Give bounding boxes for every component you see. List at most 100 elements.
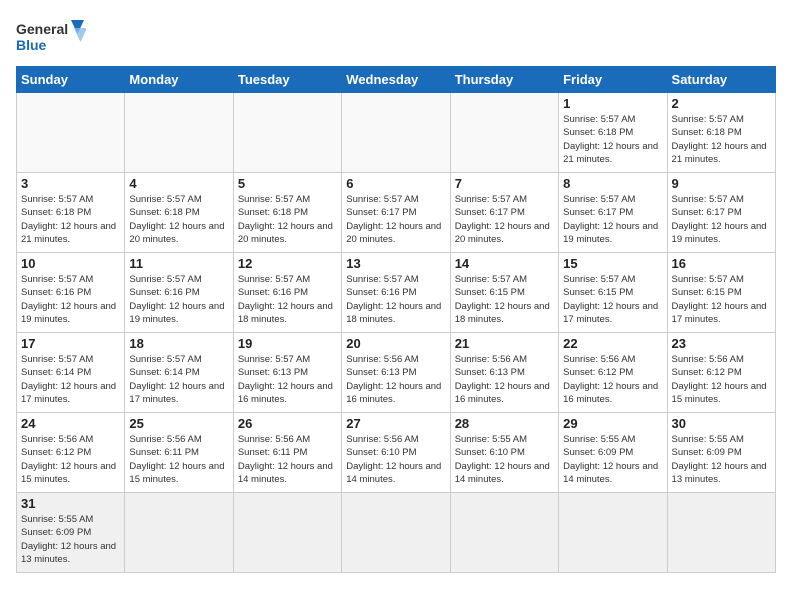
- day-info: Sunrise: 5:57 AM Sunset: 6:13 PM Dayligh…: [238, 353, 337, 406]
- calendar-cell: 8Sunrise: 5:57 AM Sunset: 6:17 PM Daylig…: [559, 173, 667, 253]
- day-number: 22: [563, 336, 662, 351]
- calendar-cell: 30Sunrise: 5:55 AM Sunset: 6:09 PM Dayli…: [667, 413, 775, 493]
- day-info: Sunrise: 5:57 AM Sunset: 6:15 PM Dayligh…: [455, 273, 554, 326]
- calendar-week-row: 10 Sunrise: 5:57 AM Sunset: 6:16 PM Dayli…: [17, 253, 776, 333]
- day-info: Sunrise: 5:56 AM Sunset: 6:10 PM Dayligh…: [346, 433, 445, 486]
- day-info: Sunrise: 5:56 AM Sunset: 6:12 PM Dayligh…: [672, 353, 771, 406]
- day-info: Sunrise: 5:57 AM Sunset: 6:15 PM Dayligh…: [672, 273, 771, 326]
- day-info: Sunrise: 5:57 AM Sunset: 6:16 PM Dayligh…: [346, 273, 445, 326]
- day-number: 14: [455, 256, 554, 271]
- day-number: 19: [238, 336, 337, 351]
- calendar-cell: 31 Sunrise: 5:55 AM Sunset: 6:09 PM Dayli…: [17, 493, 125, 573]
- day-number: 9: [672, 176, 771, 191]
- day-number: 17: [21, 336, 120, 351]
- logo: General Blue: [16, 16, 86, 58]
- day-number: 27: [346, 416, 445, 431]
- calendar-cell: [125, 93, 233, 173]
- calendar-cell: [450, 93, 558, 173]
- day-number: 24: [21, 416, 120, 431]
- calendar-cell: 24 Sunrise: 5:56 AM Sunset: 6:12 PM Dayli…: [17, 413, 125, 493]
- day-info: Sunrise: 5:55 AM Sunset: 6:10 PM Dayligh…: [455, 433, 554, 486]
- day-info: Sunrise: 5:55 AM Sunset: 6:09 PM Dayligh…: [672, 433, 771, 486]
- calendar-table: SundayMondayTuesdayWednesdayThursdayFrid…: [16, 66, 776, 573]
- calendar-cell: 27 Sunrise: 5:56 AM Sunset: 6:10 PM Dayli…: [342, 413, 450, 493]
- svg-text:General: General: [16, 21, 68, 37]
- day-number: 12: [238, 256, 337, 271]
- calendar-cell: 22 Sunrise: 5:56 AM Sunset: 6:12 PM Dayli…: [559, 333, 667, 413]
- day-number: 15: [563, 256, 662, 271]
- day-info: Sunrise: 5:56 AM Sunset: 6:13 PM Dayligh…: [346, 353, 445, 406]
- day-info: Sunrise: 5:57 AM Sunset: 6:17 PM Dayligh…: [455, 193, 554, 246]
- calendar-cell: 1Sunrise: 5:57 AM Sunset: 6:18 PM Daylig…: [559, 93, 667, 173]
- day-info: Sunrise: 5:57 AM Sunset: 6:16 PM Dayligh…: [238, 273, 337, 326]
- calendar-cell: 17 Sunrise: 5:57 AM Sunset: 6:14 PM Dayli…: [17, 333, 125, 413]
- calendar-cell: 3Sunrise: 5:57 AM Sunset: 6:18 PM Daylig…: [17, 173, 125, 253]
- day-info: Sunrise: 5:57 AM Sunset: 6:18 PM Dayligh…: [563, 113, 662, 166]
- day-info: Sunrise: 5:56 AM Sunset: 6:11 PM Dayligh…: [129, 433, 228, 486]
- day-info: Sunrise: 5:57 AM Sunset: 6:18 PM Dayligh…: [129, 193, 228, 246]
- day-info: Sunrise: 5:56 AM Sunset: 6:12 PM Dayligh…: [21, 433, 120, 486]
- weekday-header-wednesday: Wednesday: [342, 67, 450, 93]
- day-number: 6: [346, 176, 445, 191]
- calendar-cell: 14 Sunrise: 5:57 AM Sunset: 6:15 PM Dayli…: [450, 253, 558, 333]
- calendar-cell: 13Sunrise: 5:57 AM Sunset: 6:16 PM Dayli…: [342, 253, 450, 333]
- calendar-week-row: 3 Sunrise: 5:57 AM Sunset: 6:18 PM Daylig…: [17, 173, 776, 253]
- day-info: Sunrise: 5:56 AM Sunset: 6:11 PM Dayligh…: [238, 433, 337, 486]
- day-number: 26: [238, 416, 337, 431]
- calendar-cell: 10 Sunrise: 5:57 AM Sunset: 6:16 PM Dayli…: [17, 253, 125, 333]
- day-info: Sunrise: 5:56 AM Sunset: 6:12 PM Dayligh…: [563, 353, 662, 406]
- calendar-week-row: 24 Sunrise: 5:56 AM Sunset: 6:12 PM Dayli…: [17, 413, 776, 493]
- day-info: Sunrise: 5:56 AM Sunset: 6:13 PM Dayligh…: [455, 353, 554, 406]
- day-number: 11: [129, 256, 228, 271]
- day-number: 7: [455, 176, 554, 191]
- day-number: 29: [563, 416, 662, 431]
- calendar-cell: 19 Sunrise: 5:57 AM Sunset: 6:13 PM Dayli…: [233, 333, 341, 413]
- calendar-cell: 5 Sunrise: 5:57 AM Sunset: 6:18 PM Daylig…: [233, 173, 341, 253]
- weekday-header-friday: Friday: [559, 67, 667, 93]
- day-number: 18: [129, 336, 228, 351]
- calendar-cell: 6 Sunrise: 5:57 AM Sunset: 6:17 PM Daylig…: [342, 173, 450, 253]
- day-info: Sunrise: 5:57 AM Sunset: 6:14 PM Dayligh…: [21, 353, 120, 406]
- weekday-header-row: SundayMondayTuesdayWednesdayThursdayFrid…: [17, 67, 776, 93]
- calendar-cell: 28Sunrise: 5:55 AM Sunset: 6:10 PM Dayli…: [450, 413, 558, 493]
- calendar-cell: [233, 493, 341, 573]
- calendar-week-row: 31 Sunrise: 5:55 AM Sunset: 6:09 PM Dayli…: [17, 493, 776, 573]
- calendar-week-row: 17 Sunrise: 5:57 AM Sunset: 6:14 PM Dayli…: [17, 333, 776, 413]
- calendar-cell: 21 Sunrise: 5:56 AM Sunset: 6:13 PM Dayli…: [450, 333, 558, 413]
- day-info: Sunrise: 5:57 AM Sunset: 6:16 PM Dayligh…: [129, 273, 228, 326]
- calendar-cell: 2Sunrise: 5:57 AM Sunset: 6:18 PM Daylig…: [667, 93, 775, 173]
- calendar-cell: 9 Sunrise: 5:57 AM Sunset: 6:17 PM Daylig…: [667, 173, 775, 253]
- day-info: Sunrise: 5:55 AM Sunset: 6:09 PM Dayligh…: [21, 513, 120, 566]
- calendar-cell: 20 Sunrise: 5:56 AM Sunset: 6:13 PM Dayli…: [342, 333, 450, 413]
- day-number: 23: [672, 336, 771, 351]
- day-number: 31: [21, 496, 120, 511]
- day-number: 21: [455, 336, 554, 351]
- day-number: 10: [21, 256, 120, 271]
- day-info: Sunrise: 5:55 AM Sunset: 6:09 PM Dayligh…: [563, 433, 662, 486]
- day-info: Sunrise: 5:57 AM Sunset: 6:15 PM Dayligh…: [563, 273, 662, 326]
- day-info: Sunrise: 5:57 AM Sunset: 6:17 PM Dayligh…: [346, 193, 445, 246]
- day-info: Sunrise: 5:57 AM Sunset: 6:14 PM Dayligh…: [129, 353, 228, 406]
- day-number: 3: [21, 176, 120, 191]
- calendar-cell: [233, 93, 341, 173]
- calendar-cell: 11 Sunrise: 5:57 AM Sunset: 6:16 PM Dayli…: [125, 253, 233, 333]
- day-number: 20: [346, 336, 445, 351]
- logo-svg: General Blue: [16, 16, 86, 58]
- weekday-header-thursday: Thursday: [450, 67, 558, 93]
- weekday-header-monday: Monday: [125, 67, 233, 93]
- page-header: General Blue: [16, 16, 776, 58]
- day-info: Sunrise: 5:57 AM Sunset: 6:16 PM Dayligh…: [21, 273, 120, 326]
- day-info: Sunrise: 5:57 AM Sunset: 6:18 PM Dayligh…: [238, 193, 337, 246]
- day-number: 25: [129, 416, 228, 431]
- day-number: 5: [238, 176, 337, 191]
- day-info: Sunrise: 5:57 AM Sunset: 6:17 PM Dayligh…: [672, 193, 771, 246]
- calendar-cell: [667, 493, 775, 573]
- calendar-cell: 29 Sunrise: 5:55 AM Sunset: 6:09 PM Dayli…: [559, 413, 667, 493]
- day-info: Sunrise: 5:57 AM Sunset: 6:18 PM Dayligh…: [672, 113, 771, 166]
- day-info: Sunrise: 5:57 AM Sunset: 6:17 PM Dayligh…: [563, 193, 662, 246]
- weekday-header-tuesday: Tuesday: [233, 67, 341, 93]
- calendar-cell: [125, 493, 233, 573]
- calendar-cell: 7 Sunrise: 5:57 AM Sunset: 6:17 PM Daylig…: [450, 173, 558, 253]
- calendar-cell: 12 Sunrise: 5:57 AM Sunset: 6:16 PM Dayli…: [233, 253, 341, 333]
- day-number: 4: [129, 176, 228, 191]
